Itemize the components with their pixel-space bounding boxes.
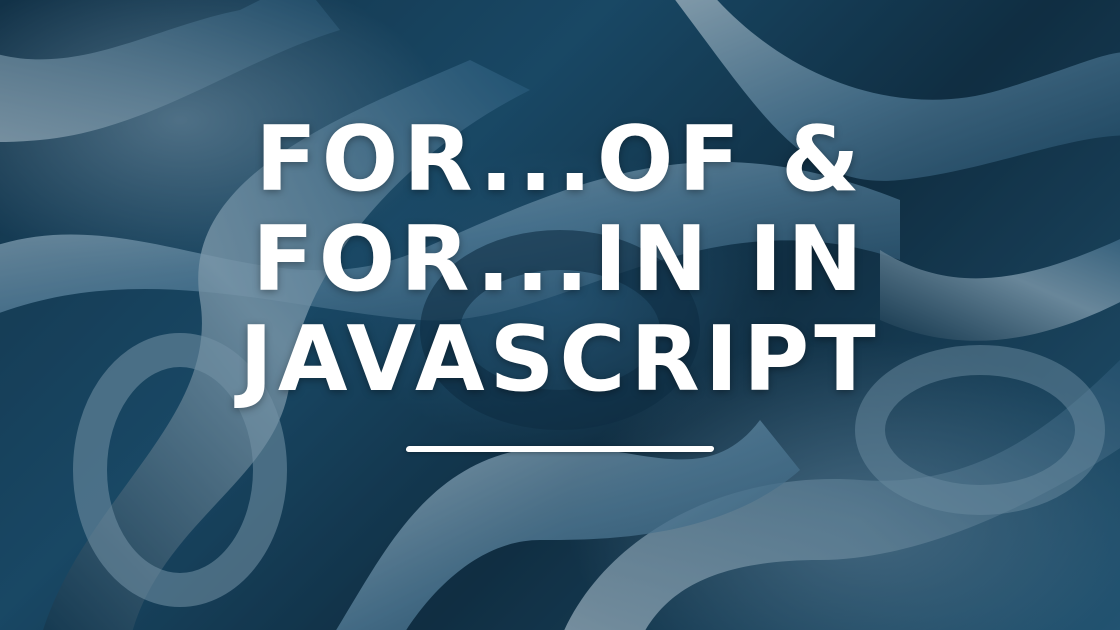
- title-line-3: JAVASCRIPT: [239, 307, 881, 412]
- title-line-2: FOR...IN IN: [252, 207, 868, 312]
- hero-banner: FOR...OF & FOR...IN IN JAVASCRIPT: [0, 0, 1120, 630]
- title-line-1: FOR...OF &: [255, 107, 865, 212]
- page-title: FOR...OF & FOR...IN IN JAVASCRIPT: [0, 110, 1120, 410]
- title-underline: [405, 446, 715, 452]
